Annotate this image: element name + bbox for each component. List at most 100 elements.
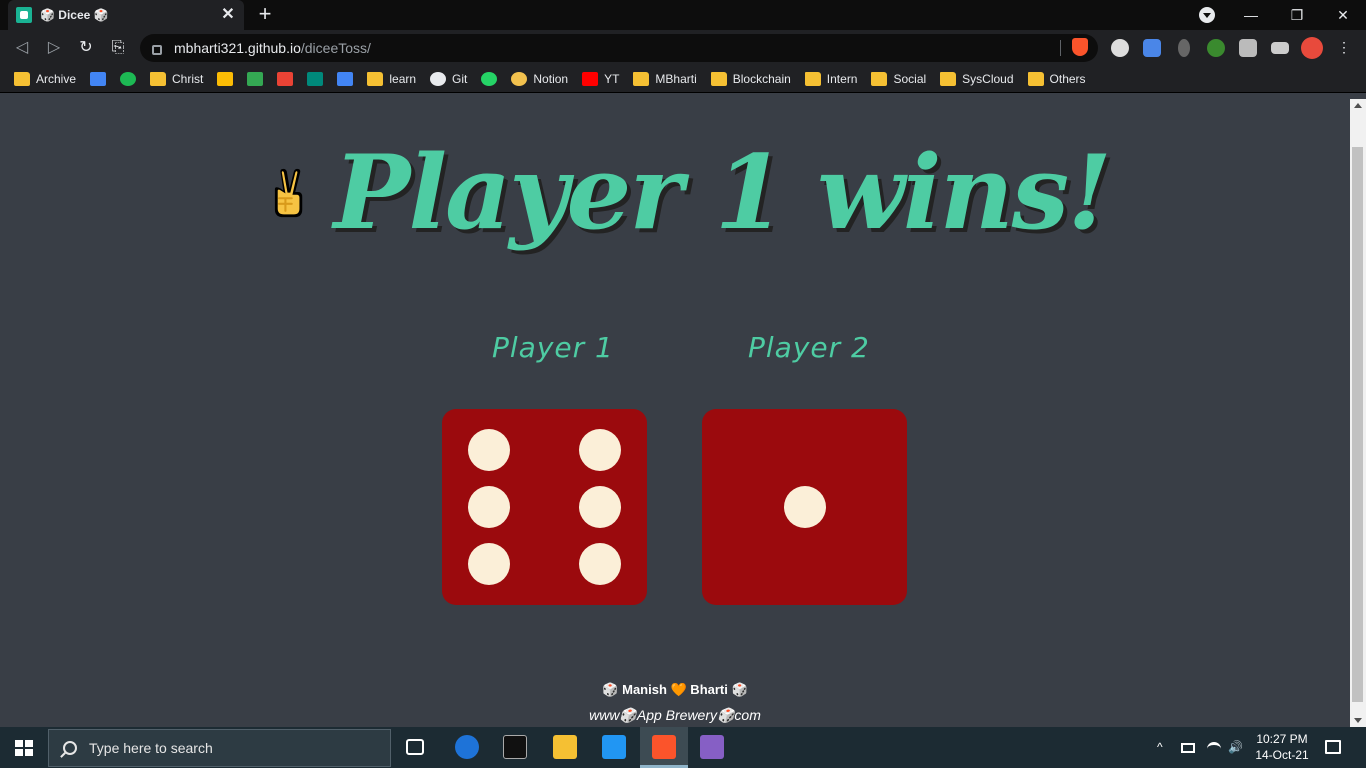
bookmark-label: Archive (36, 72, 77, 86)
maximize-button[interactable]: ❐ (1274, 0, 1320, 30)
result-text: Player 1 wins! (333, 133, 1112, 253)
reload-icon[interactable]: ↻ (76, 38, 96, 58)
folder-icon (150, 72, 167, 86)
address-bar[interactable]: mbharti321.github.io /diceeToss/ (140, 34, 1098, 62)
bookmark-label: SysCloud (962, 72, 1014, 86)
youtube-icon (582, 72, 599, 86)
gmail-icon (277, 72, 294, 86)
bookmark-label: learn (389, 72, 417, 86)
bookmark-item[interactable] (337, 72, 354, 86)
scroll-down-arrow-icon[interactable] (1354, 718, 1362, 723)
taskbar-search-box[interactable]: Type here to search (48, 729, 391, 767)
bookmark-label: Blockchain (732, 72, 791, 86)
bookmark-label: Christ (172, 72, 204, 86)
folder-icon (14, 72, 30, 86)
player2-label: Player 2 (748, 331, 870, 364)
wifi-icon[interactable] (1207, 742, 1221, 756)
bookmark-item[interactable]: Christ (150, 72, 203, 86)
google-translate-icon[interactable] (1143, 39, 1161, 57)
result-headline: Player 1 wins! (270, 113, 1112, 273)
minimize-button[interactable]: — (1228, 0, 1274, 30)
bookmark-item[interactable] (90, 72, 107, 86)
player2-die (702, 409, 907, 605)
bookmark-label: Notion (533, 72, 569, 86)
volume-icon[interactable]: 🔊 (1228, 740, 1243, 754)
folder-icon (633, 72, 650, 86)
battery-icon[interactable] (1181, 743, 1195, 753)
whatsapp-icon (481, 72, 498, 86)
bookmark-item[interactable]: MBharti (633, 72, 697, 86)
brave-browser-icon[interactable] (652, 735, 676, 759)
url-path: /diceeToss/ (300, 40, 371, 56)
dicee-page: Player 1 wins! Player 1 Player 2 🎲 Manis… (0, 99, 1350, 727)
bookmark-item[interactable] (217, 72, 234, 86)
scroll-thumb[interactable] (1352, 147, 1363, 702)
footer-credit: 🎲 Manish 🧡 Bharti 🎲 (602, 682, 748, 697)
die-pip (468, 429, 511, 472)
extensions-puzzle-icon[interactable] (1239, 39, 1257, 57)
terminal-app-icon[interactable] (503, 735, 527, 759)
vscode-icon[interactable] (602, 735, 626, 759)
die-pip (468, 542, 511, 585)
tab-search-icon[interactable] (1199, 7, 1215, 23)
windows-taskbar: Type here to search ^ 🔊 10:27 PM 14-Oct-… (0, 727, 1366, 768)
bookmark-item[interactable] (481, 72, 498, 86)
folder-icon (804, 72, 821, 86)
dice-favicon-icon (16, 7, 32, 23)
die-pip (783, 486, 826, 528)
bookmark-item[interactable] (120, 72, 137, 86)
bookmark-item[interactable]: Notion (511, 72, 568, 86)
bookmark-label: YT (604, 72, 620, 86)
bookmark-label: Social (893, 72, 927, 86)
die-pip (578, 486, 621, 528)
visual-studio-icon[interactable] (700, 735, 724, 759)
tab-strip: 🎲 Dicee 🎲 ✕ + — ❐ ✕ (0, 0, 1366, 30)
clock-time: 10:27 PM (1256, 732, 1308, 746)
bookmark-item[interactable] (277, 72, 294, 86)
back-icon[interactable]: ◁ (12, 38, 32, 58)
bookmark-label: MBharti (655, 72, 697, 86)
taskbar-clock[interactable]: 10:27 PM 14-Oct-21 (1250, 731, 1314, 763)
bookmark-item[interactable]: YT (582, 72, 619, 86)
browser-toolbar: ◁ ▷ ↻ ⎘ mbharti321.github.io /diceeToss/ (0, 30, 1366, 66)
folder-icon (367, 72, 384, 86)
extension-incognito-icon[interactable] (1111, 39, 1129, 57)
task-view-icon[interactable] (406, 739, 424, 755)
bookmark-item[interactable]: Social (871, 72, 926, 86)
forward-icon[interactable]: ▷ (44, 38, 64, 58)
brave-shields-icon[interactable] (1072, 38, 1088, 56)
bookmark-item[interactable]: Archive (14, 72, 76, 86)
folder-icon (940, 72, 957, 86)
extension-mouse-icon[interactable] (1178, 39, 1190, 57)
bookmark-icon[interactable]: ⎘ (108, 38, 128, 58)
menu-icon[interactable]: ⋮ (1337, 36, 1351, 58)
folder-icon (1027, 72, 1044, 86)
bookmark-item[interactable]: Others (1027, 72, 1086, 86)
word-app-icon[interactable] (455, 735, 479, 759)
new-tab-button[interactable]: + (254, 3, 276, 25)
bookmark-item[interactable]: Intern (804, 72, 858, 86)
bookmark-item[interactable] (247, 72, 264, 86)
tray-overflow-icon[interactable]: ^ (1157, 740, 1163, 754)
close-tab-icon[interactable]: ✕ (220, 7, 236, 23)
page-scrollbar[interactable] (1350, 99, 1366, 727)
bookmark-item[interactable] (307, 72, 324, 86)
tab-dicee[interactable]: 🎲 Dicee 🎲 ✕ (8, 0, 244, 30)
file-explorer-icon[interactable] (553, 735, 577, 759)
avatar[interactable] (1301, 37, 1323, 59)
bookmark-item[interactable]: learn (367, 72, 416, 86)
bookmark-item[interactable]: Blockchain (710, 72, 791, 86)
bookmark-item[interactable]: SysCloud (940, 72, 1014, 86)
notification-icon[interactable] (1325, 740, 1341, 754)
extension-tree-icon[interactable] (1207, 39, 1225, 57)
bookmark-item[interactable]: Git (430, 72, 467, 86)
scroll-up-arrow-icon[interactable] (1354, 103, 1362, 108)
bookmark-label: Git (452, 72, 468, 86)
bookmark-label: Intern (826, 72, 858, 86)
media-queue-icon[interactable] (1271, 42, 1289, 54)
gmeet-icon (90, 72, 107, 86)
windows-start-icon[interactable] (15, 740, 33, 756)
close-window-button[interactable]: ✕ (1320, 0, 1366, 30)
lock-icon (152, 45, 162, 55)
search-icon (63, 741, 77, 755)
